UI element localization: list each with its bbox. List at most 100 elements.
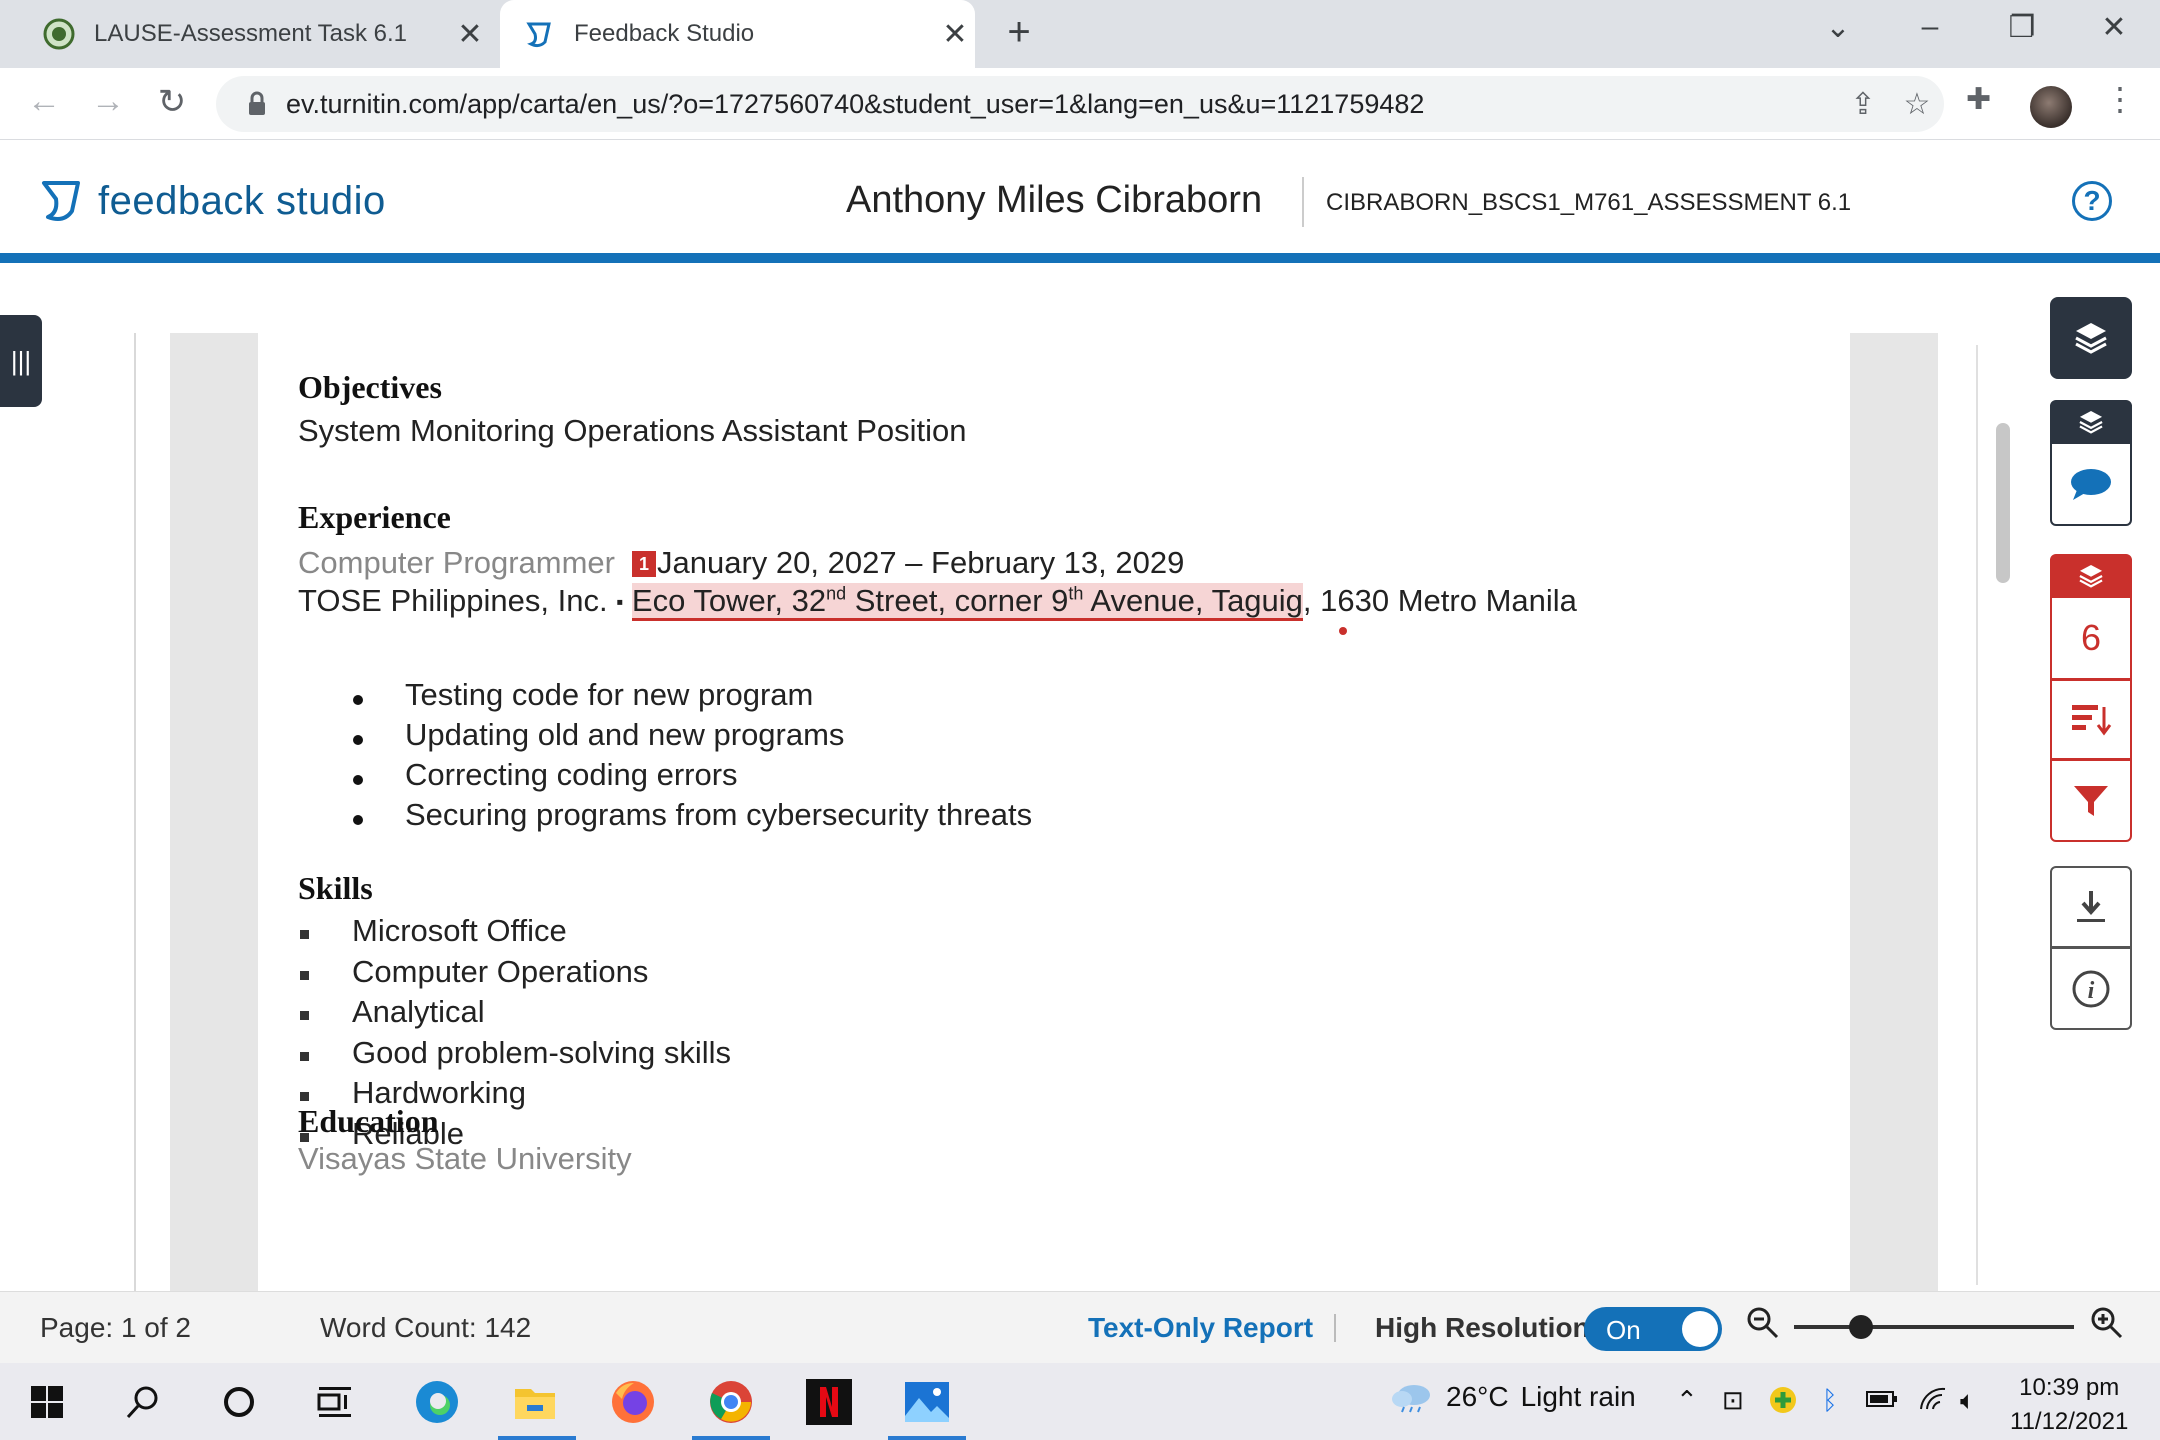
experience-role-line: Computer Programmer January 20, 2027 – Fe… xyxy=(298,545,1184,581)
close-tab-icon[interactable]: ✕ xyxy=(450,17,490,52)
clock-time: 10:39 pm xyxy=(2019,1374,2120,1401)
feedback-studio-favicon-icon xyxy=(522,17,556,51)
back-icon[interactable]: ← xyxy=(20,82,68,121)
job-dates: January 20, 2027 – February 13, 2029 xyxy=(656,545,1185,580)
toggle-state-label: On xyxy=(1606,1315,1641,1345)
wifi-icon[interactable] xyxy=(1918,1385,1948,1418)
url-text[interactable]: ev.turnitin.com/app/carta/en_us/?o=17275… xyxy=(286,89,1836,120)
bluetooth-icon[interactable]: ᛒ xyxy=(1822,1385,1838,1416)
help-button[interactable]: ? xyxy=(2072,181,2112,221)
edge-icon[interactable] xyxy=(412,1377,462,1427)
page-indicator: Page: 1 of 2 xyxy=(40,1312,192,1343)
svg-text:i: i xyxy=(2088,978,2095,1004)
star-icon[interactable]: ☆ xyxy=(1890,87,1944,122)
profile-avatar[interactable] xyxy=(2030,86,2072,128)
word-count: Word Count: 142 xyxy=(320,1312,532,1343)
tab-search-icon[interactable]: ⌄ xyxy=(1808,10,1868,45)
clock-date: 11/12/2021 xyxy=(2010,1408,2129,1435)
document-viewer: ||| Objectives System Monitoring Operati… xyxy=(0,273,2160,1291)
bullet-square xyxy=(300,1011,309,1020)
duty-item: Correcting coding errors xyxy=(405,757,738,792)
file-explorer-icon[interactable] xyxy=(510,1377,560,1427)
duty-item: Testing code for new program xyxy=(405,677,814,712)
zoom-slider[interactable] xyxy=(1794,1315,2074,1339)
filter-button[interactable] xyxy=(2050,760,2132,842)
cloud-rain-icon xyxy=(1392,1385,1430,1413)
search-icon[interactable] xyxy=(118,1377,168,1427)
zoom-in-icon[interactable] xyxy=(2090,1306,2124,1347)
separator: ▪ xyxy=(616,591,624,614)
highlighted-match-text[interactable]: Eco Tower, 32nd Street, corner 9th Avenu… xyxy=(631,583,1303,621)
zoom-slider-thumb[interactable] xyxy=(1849,1315,1874,1339)
volume-icon[interactable]: 🔈︎ xyxy=(1960,1385,1976,1417)
chrome-icon[interactable] xyxy=(706,1377,756,1427)
show-hidden-icons-icon[interactable]: ⌃ xyxy=(1676,1385,1698,1416)
bullet-square xyxy=(300,970,309,980)
filter-icon xyxy=(2074,785,2108,816)
system-clock[interactable]: 10:39 pm 11/12/2021 xyxy=(2010,1371,2128,1439)
sort-matches-button[interactable] xyxy=(2050,680,2132,760)
match-marker-badge[interactable]: 1 xyxy=(632,551,656,577)
bullet-dot xyxy=(353,735,363,745)
skill-item: Analytical xyxy=(352,994,485,1029)
reload-icon[interactable]: ↻ xyxy=(148,82,196,122)
browser-tab-strip: LAUSE-Assessment Task 6.1 ✕ Feedback Stu… xyxy=(0,0,2160,68)
skill-item: Microsoft Office xyxy=(352,913,567,948)
minimize-button[interactable]: – xyxy=(1900,10,1960,44)
page-frame xyxy=(134,333,136,1291)
download-button[interactable] xyxy=(2050,866,2132,948)
address-part: Avenue, Taguig xyxy=(1083,583,1303,618)
restore-button[interactable]: ❐ xyxy=(1992,10,2052,45)
weather-temperature: 26°C xyxy=(1446,1381,1509,1412)
toggle-knob xyxy=(1682,1311,1718,1347)
lause-favicon-icon xyxy=(42,17,76,51)
company-name: TOSE Philippines, Inc. xyxy=(298,583,608,618)
photos-icon[interactable] xyxy=(902,1377,952,1427)
address-rest: , 1630 Metro Manila xyxy=(1302,583,1577,618)
zoom-out-icon[interactable] xyxy=(1746,1306,1780,1347)
layers-icon xyxy=(2075,323,2107,354)
menu-icon[interactable]: ⋮ xyxy=(2104,80,2136,118)
windows-start-icon[interactable] xyxy=(22,1377,72,1427)
address-part: Street, corner 9 xyxy=(846,583,1069,618)
meet-now-icon[interactable]: ⊡ xyxy=(1722,1385,1744,1416)
submission-info-button[interactable]: i xyxy=(2050,948,2132,1030)
task-view-icon[interactable] xyxy=(310,1377,360,1427)
layers-button[interactable] xyxy=(2050,297,2132,379)
address-superscript: th xyxy=(1068,583,1084,604)
skill-item: Computer Operations xyxy=(352,953,649,989)
feedback-comments-button[interactable] xyxy=(2050,444,2132,526)
share-icon[interactable]: ⇪ xyxy=(1836,87,1890,122)
forward-icon[interactable]: → xyxy=(84,82,132,121)
netflix-icon[interactable] xyxy=(804,1377,854,1427)
similarity-score-button[interactable]: 6 xyxy=(2050,598,2132,680)
comment-bubble-icon xyxy=(2071,469,2111,500)
bullet-dot xyxy=(353,815,363,825)
student-name: Anthony Miles Cibraborn xyxy=(846,179,1263,221)
scrollbar-thumb[interactable] xyxy=(1996,423,2010,583)
close-tab-icon[interactable]: ✕ xyxy=(935,17,975,52)
windows-taskbar: 26°C Light rain ⌃ ⊡ ᛒ 🔈︎ 10:39 pm 11/12/… xyxy=(0,1363,2160,1440)
cortana-icon[interactable] xyxy=(214,1377,264,1427)
text-only-report-link[interactable]: Text-Only Report xyxy=(1088,1312,1313,1344)
close-window-button[interactable]: ✕ xyxy=(2084,10,2144,45)
feedback-layer-toggle[interactable] xyxy=(2050,400,2132,444)
address-bar[interactable]: ev.turnitin.com/app/carta/en_us/?o=17275… xyxy=(216,76,1944,132)
high-resolution-toggle[interactable]: On xyxy=(1584,1307,1722,1351)
header-divider xyxy=(1302,177,1304,227)
firefox-icon[interactable] xyxy=(608,1377,658,1427)
similarity-layer-toggle[interactable] xyxy=(2050,554,2132,598)
side-panel-toggle[interactable]: ||| xyxy=(0,315,42,407)
new-tab-button[interactable]: + xyxy=(995,10,1043,55)
extensions-icon[interactable]: ✚ xyxy=(1966,82,1991,117)
layers-icon xyxy=(2079,410,2103,434)
battery-icon[interactable] xyxy=(1866,1385,1898,1416)
app-logo: feedback studio xyxy=(38,177,386,225)
status-separator xyxy=(1334,1314,1336,1342)
tab-feedback-studio[interactable]: Feedback Studio ✕ xyxy=(500,0,975,68)
security-shield-icon[interactable] xyxy=(1768,1385,1798,1422)
weather-widget[interactable]: 26°C Light rain xyxy=(1390,1381,1636,1413)
tab-lause-assessment[interactable]: LAUSE-Assessment Task 6.1 ✕ xyxy=(20,0,490,68)
lock-icon[interactable] xyxy=(242,91,272,117)
job-role: Computer Programmer xyxy=(298,545,615,580)
